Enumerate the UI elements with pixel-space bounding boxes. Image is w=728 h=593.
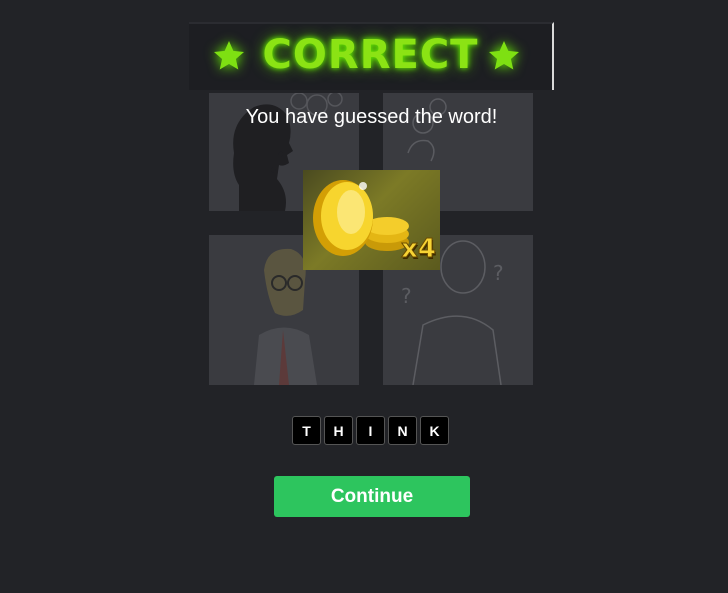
answer-letter: K [420,416,449,445]
answer-letter: N [388,416,417,445]
coin-reward: x4 [303,170,440,270]
result-banner: CORRECT [189,22,554,90]
coin-multiplier: x4 [401,234,437,265]
answer-letter: I [356,416,385,445]
success-message: You have guessed the word! [245,106,498,128]
answer-word: T H I N K [292,416,449,445]
svg-text:?: ? [493,261,504,285]
star-icon [489,41,519,70]
answer-letter: T [292,416,321,445]
svg-text:?: ? [401,284,412,308]
answer-letter: H [324,416,353,445]
continue-button[interactable]: Continue [274,476,470,517]
